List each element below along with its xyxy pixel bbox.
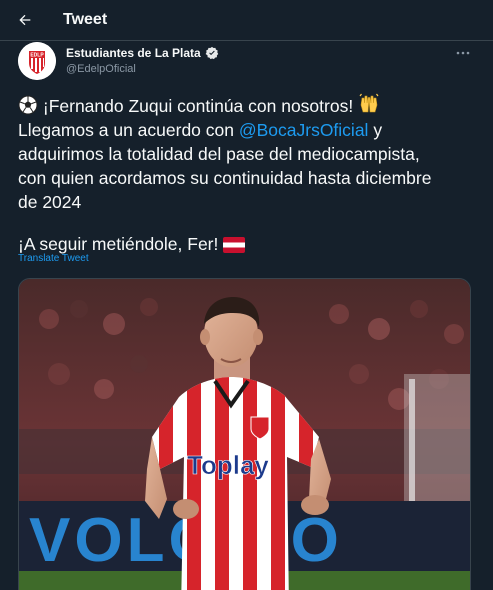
back-button[interactable]: [10, 6, 40, 34]
more-icon: [456, 51, 470, 55]
author-handle[interactable]: @EdelpOficial: [66, 63, 136, 75]
tweet-line-1: ¡Fernando Zuqui continúa con nosotros!: [18, 93, 478, 118]
avatar[interactable]: EDLP: [18, 42, 56, 80]
header-divider: [0, 40, 493, 41]
verified-icon: [205, 46, 218, 60]
tweet-line-2-post: y: [368, 120, 383, 140]
shirt-sponsor-text: Toplay: [187, 450, 269, 480]
mention-link[interactable]: @BocaJrsOficial: [239, 120, 369, 140]
flag-emoji: [223, 237, 246, 253]
tweet-line-4: con quien acordamos su continuidad hasta…: [18, 168, 432, 188]
tweet-line-1-text: ¡Fernando Zuqui continúa con nosotros!: [42, 96, 354, 116]
tweet-line-6-text: ¡A seguir metiéndole, Fer!: [18, 234, 219, 254]
raised-hands-emoji: [359, 93, 379, 113]
tweet-text: ¡Fernando Zuqui continúa con nosotros! L…: [18, 93, 478, 256]
tweet-line-2: Llegamos a un acuerdo con @BocaJrsOficia…: [18, 118, 478, 142]
soccer-ball-emoji: [18, 95, 38, 115]
player-photo: VOLQUIO Toplay: [19, 279, 470, 590]
back-arrow-icon: [19, 14, 31, 26]
tweet-line-5: de 2024: [18, 192, 82, 212]
club-crest-icon: EDLP: [18, 42, 56, 80]
tweet-media-photo[interactable]: VOLQUIO Toplay: [18, 278, 471, 590]
author-name-row[interactable]: Estudiantes de La Plata: [66, 46, 219, 60]
author-name[interactable]: Estudiantes de La Plata: [66, 46, 201, 60]
page-title: Tweet: [63, 11, 108, 28]
translate-tweet-link[interactable]: Translate Tweet: [18, 253, 89, 264]
tweet-line-2-pre: Llegamos a un acuerdo con: [18, 120, 239, 140]
more-button[interactable]: [452, 44, 474, 62]
avatar-text: EDLP: [30, 53, 44, 59]
tweet-line-3: adquirimos la totalidad del pase del med…: [18, 144, 420, 164]
top-bar: Tweet: [0, 0, 493, 40]
